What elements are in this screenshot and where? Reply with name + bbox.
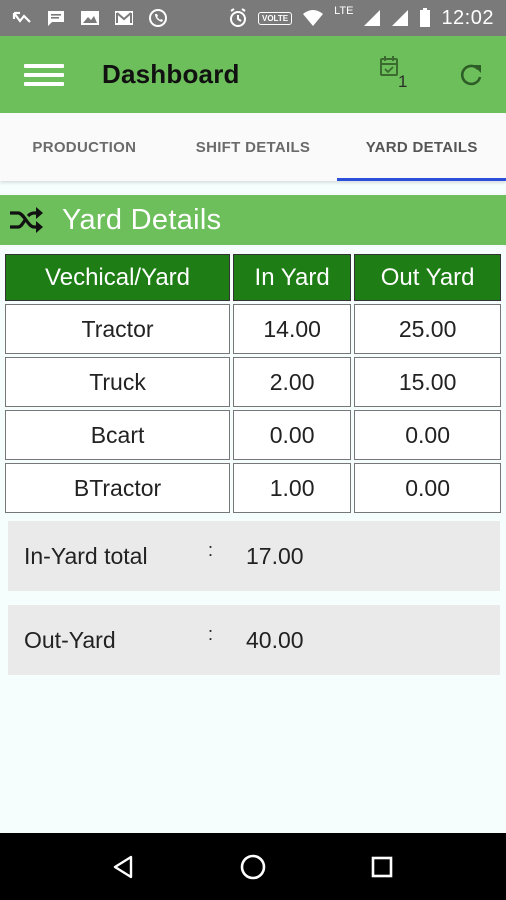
back-icon[interactable] [104, 847, 144, 887]
tab-bar: PRODUCTION SHIFT DETAILS YARD DETAILS [0, 113, 506, 181]
vehicle-cell: BTractor [5, 463, 231, 513]
section-title: Yard Details [62, 203, 222, 236]
whatsapp-icon [148, 8, 168, 28]
out-yard-separator: : [208, 623, 214, 644]
in-yard-cell: 14.00 [233, 304, 352, 354]
yard-table: Vechical/Yard In Yard Out Yard Tractor 1… [2, 251, 504, 516]
section-header: Yard Details [0, 195, 506, 245]
in-yard-cell: 0.00 [233, 410, 352, 460]
app-bar: Dashboard 1 [0, 36, 506, 113]
status-bar: VOLTE LTE 12:02 [0, 0, 506, 36]
table-row: Bcart 0.00 0.00 [5, 410, 501, 460]
in-yard-total-row: In-Yard total : 17.00 [8, 521, 500, 591]
recents-icon[interactable] [362, 847, 402, 887]
column-header-out-yard: Out Yard [354, 254, 501, 301]
alarm-icon [228, 8, 248, 28]
notification-count: 1 [398, 71, 408, 91]
lte-label: LTE [334, 4, 354, 17]
out-yard-cell: 0.00 [354, 410, 501, 460]
missed-call-icon [12, 10, 32, 26]
home-icon[interactable] [233, 847, 273, 887]
in-yard-total-label: In-Yard total [24, 542, 148, 569]
vehicle-cell: Tractor [5, 304, 231, 354]
volte-label: VOLTE [262, 13, 289, 23]
table-row: BTractor 1.00 0.00 [5, 463, 501, 513]
out-yard-cell: 15.00 [354, 357, 501, 407]
tab-shift-details[interactable]: SHIFT DETAILS [169, 113, 338, 181]
vehicle-cell: Truck [5, 357, 231, 407]
system-nav-bar [0, 833, 506, 900]
battery-icon [419, 8, 431, 28]
refresh-icon[interactable] [456, 60, 486, 90]
message-icon [46, 9, 66, 27]
mail-icon [114, 10, 134, 26]
in-yard-total-value: 17.00 [246, 542, 304, 569]
out-yard-cell: 0.00 [354, 463, 501, 513]
column-header-in-yard: In Yard [233, 254, 352, 301]
out-yard-total-value: 40.00 [246, 626, 304, 653]
out-yard-cell: 25.00 [354, 304, 501, 354]
notification-button[interactable]: 1 [376, 52, 426, 98]
out-yard-total-row: Out-Yard : 40.00 [8, 605, 500, 675]
tab-yard-details[interactable]: YARD DETAILS [337, 113, 506, 181]
page-title: Dashboard [102, 59, 240, 89]
clock: 12:02 [441, 6, 494, 29]
in-yard-separator: : [208, 539, 214, 560]
out-yard-total-label: Out-Yard [24, 626, 116, 653]
shuffle-icon [10, 207, 43, 233]
in-yard-cell: 2.00 [233, 357, 352, 407]
table-header-row: Vechical/Yard In Yard Out Yard [5, 254, 501, 301]
signal-icon [363, 9, 381, 27]
table-row: Truck 2.00 15.00 [5, 357, 501, 407]
table-row: Tractor 14.00 25.00 [5, 304, 501, 354]
signal-2-icon [391, 9, 409, 27]
wifi-icon [302, 9, 324, 27]
column-header-vehicle: Vechical/Yard [5, 254, 231, 301]
image-icon [80, 9, 100, 27]
volte-icon: VOLTE [258, 11, 293, 25]
in-yard-cell: 1.00 [233, 463, 352, 513]
tab-production[interactable]: PRODUCTION [0, 113, 169, 181]
menu-icon[interactable] [24, 60, 64, 90]
vehicle-cell: Bcart [5, 410, 231, 460]
